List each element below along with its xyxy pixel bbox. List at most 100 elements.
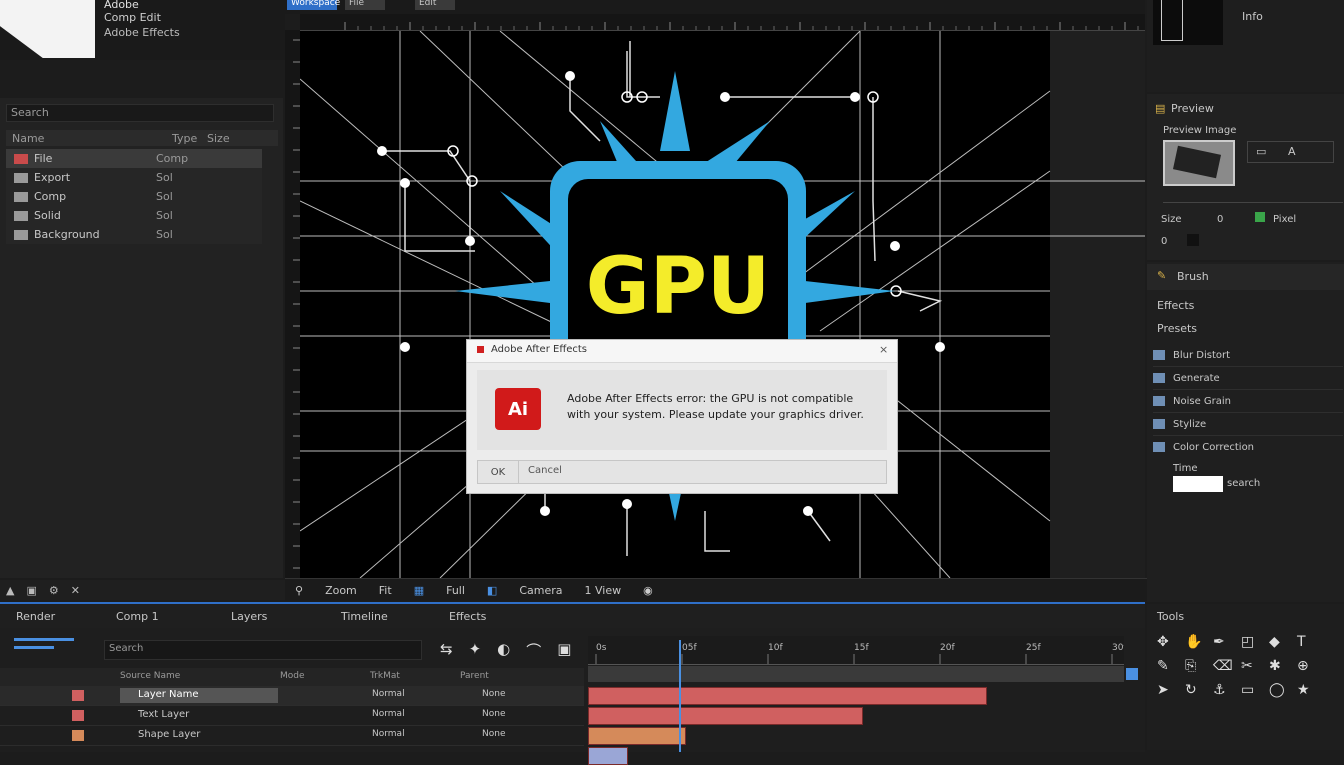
tab-render[interactable]: Render (16, 610, 116, 623)
gpu-label: GPU (586, 242, 771, 332)
table-row[interactable]: Shape Layer Normal None (0, 726, 584, 746)
anchor-tool-icon[interactable]: ⚓ (1213, 682, 1241, 698)
eraser-tool-icon[interactable]: ⌫ (1213, 658, 1241, 674)
scroll-button[interactable] (1126, 668, 1138, 680)
cancel-button[interactable]: Cancel (528, 465, 562, 476)
project-list: File Comp Export Sol Comp Sol Solid Sol … (6, 149, 262, 244)
tab-comp[interactable]: Comp 1 (116, 610, 231, 623)
new-folder-icon[interactable]: ▲ (6, 584, 14, 597)
puppet-tool-icon[interactable]: ✱ (1269, 658, 1297, 674)
preview-control[interactable]: ▭ A (1247, 141, 1334, 163)
ruler-vertical (285, 30, 301, 578)
layer-duration-bar[interactable] (588, 707, 864, 725)
preview-a-icon[interactable]: A (1288, 145, 1296, 158)
project-header: Name Type Size (6, 130, 278, 146)
table-row[interactable]: Text Layer Normal None (0, 706, 584, 726)
select-tool-icon[interactable]: ➤ (1157, 682, 1185, 698)
list-item[interactable]: Generate (1153, 367, 1343, 390)
playhead[interactable] (679, 640, 681, 752)
effects-search-input[interactable] (1173, 476, 1223, 492)
menu-file[interactable]: File (345, 0, 385, 10)
solo-icon[interactable]: ✦ (469, 640, 482, 661)
label-color[interactable] (72, 690, 84, 701)
list-item[interactable]: Noise Grain (1153, 390, 1343, 413)
close-icon[interactable]: × (879, 343, 888, 356)
list-item[interactable]: Solid Sol (6, 206, 262, 225)
brush-header: ✎ Brush (1147, 264, 1344, 290)
time-ruler[interactable]: 0s 05f 10f 15f 20f 25f 30f (588, 636, 1127, 665)
ok-button[interactable]: OK (478, 461, 519, 483)
list-item[interactable]: Background Sol (6, 225, 262, 244)
list-item[interactable]: Time (1153, 458, 1343, 478)
new-comp-icon[interactable]: ▣ (26, 584, 36, 597)
tool-grid: ✥ ✋ ✒ ◰ ◆ T ✎ ⎘ ⌫ ✂ ✱ ⊕ ➤ ↻ ⚓ ▭ ◯ ★ (1157, 634, 1337, 698)
timeline-layers: Layer Name Normal None Text Layer Normal… (0, 686, 584, 752)
ellipse-tool-icon[interactable]: ◯ (1269, 682, 1297, 698)
tab-timeline[interactable]: Timeline (341, 610, 449, 623)
label-color[interactable] (72, 710, 84, 721)
rect-tool-icon[interactable]: ▭ (1241, 682, 1269, 698)
workspace-tab[interactable]: Workspace (287, 0, 340, 10)
file-icon (14, 191, 28, 202)
tab-layers[interactable]: Layers (231, 610, 341, 623)
composition-viewer[interactable]: GPU (299, 30, 1145, 579)
list-item[interactable]: Export Sol (6, 168, 262, 187)
list-item[interactable]: Stylize (1153, 413, 1343, 436)
zoom-menu[interactable]: Zoom (325, 584, 357, 597)
text-tool-icon[interactable]: T (1297, 634, 1325, 650)
tab-effects[interactable]: Effects (449, 610, 549, 623)
viewer-artwork: GPU (299, 30, 1145, 579)
label-color[interactable] (72, 730, 84, 741)
list-item[interactable]: Color Correction (1153, 436, 1343, 458)
zoom-tool-icon[interactable]: ⊕ (1297, 658, 1325, 674)
swatch-dark[interactable] (1187, 234, 1199, 246)
table-row[interactable]: Layer Name Normal None (0, 686, 584, 706)
roto-tool-icon[interactable]: ✂ (1241, 658, 1269, 674)
layer-duration-bar[interactable] (588, 727, 687, 745)
mask-icon[interactable]: ◧ (487, 584, 497, 597)
app-name: Adobe (104, 0, 139, 11)
brush-tool-icon[interactable]: ✎ (1157, 658, 1185, 674)
rotate-tool-icon[interactable]: ↻ (1185, 682, 1213, 698)
list-item[interactable]: File Comp (6, 149, 262, 168)
camera-menu[interactable]: Camera (519, 584, 562, 597)
star-tool-icon[interactable]: ★ (1297, 682, 1325, 698)
frame-icon[interactable]: ▣ (557, 640, 571, 661)
green-swatch[interactable] (1255, 212, 1265, 222)
effect-folder-icon (1153, 350, 1165, 360)
timecode[interactable] (14, 636, 84, 658)
layer-duration-bar[interactable] (588, 687, 987, 705)
file-icon (14, 210, 28, 221)
shy-icon[interactable]: ⇆ (440, 640, 453, 661)
menu-edit[interactable]: Edit (415, 0, 455, 10)
motion-blur-icon[interactable]: ◐ (497, 640, 510, 661)
graph-icon[interactable]: ⌒ (526, 640, 541, 661)
layer-bars (588, 686, 1124, 765)
preview-image[interactable] (1163, 140, 1235, 186)
pen-tool-icon[interactable]: ✒ (1213, 634, 1241, 650)
snapshot-icon[interactable]: ◉ (643, 584, 653, 597)
hand-tool-icon[interactable]: ✋ (1185, 634, 1213, 650)
quality-menu[interactable]: Full (446, 584, 465, 597)
work-area-bar[interactable] (588, 666, 1124, 682)
grid-icon[interactable]: ▦ (414, 584, 424, 597)
trash-icon[interactable]: ✕ (71, 584, 80, 597)
list-item[interactable]: Blur Distort (1153, 344, 1343, 367)
dialog-field[interactable]: OK Cancel (477, 460, 887, 484)
project-search-input[interactable]: Search (6, 104, 274, 122)
adobe-logo (0, 0, 95, 58)
resolution-menu[interactable]: Fit (379, 584, 392, 597)
timeline-search-input[interactable]: Search (104, 640, 422, 660)
preview-toggle-icon[interactable]: ▭ (1256, 145, 1266, 158)
camera-tool-icon[interactable]: ◰ (1241, 634, 1269, 650)
shape-tool-icon[interactable]: ◆ (1269, 634, 1297, 650)
settings-icon[interactable]: ⚙ (49, 584, 59, 597)
app-subline: Adobe Effects (104, 26, 180, 39)
move-tool-icon[interactable]: ✥ (1157, 634, 1185, 650)
app-icon (477, 346, 484, 353)
app-header: Adobe Comp Edit Adobe Effects (0, 0, 285, 60)
clone-tool-icon[interactable]: ⎘ (1185, 658, 1213, 674)
view-menu[interactable]: 1 View (584, 584, 621, 597)
magnify-icon[interactable]: ⚲ (295, 584, 303, 597)
list-item[interactable]: Comp Sol (6, 187, 262, 206)
